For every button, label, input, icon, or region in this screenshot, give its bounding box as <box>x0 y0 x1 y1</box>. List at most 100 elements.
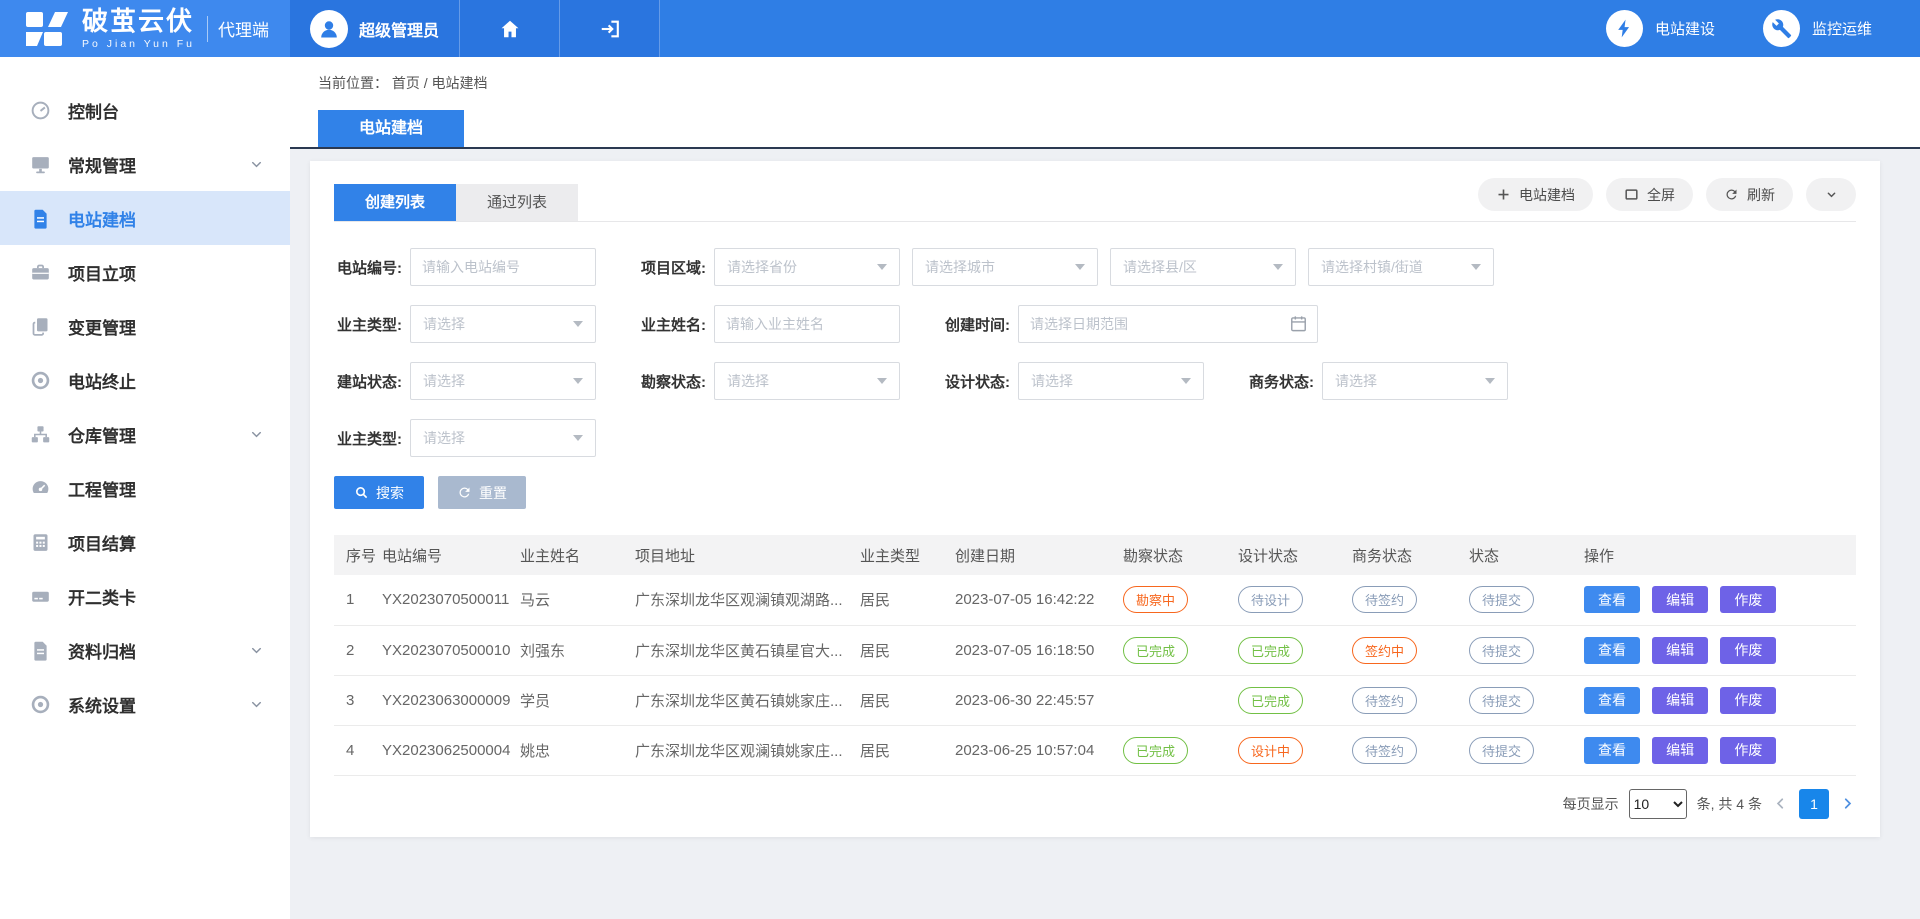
void-button[interactable]: 作废 <box>1720 687 1776 714</box>
refresh-button[interactable]: 刷新 <box>1706 178 1793 211</box>
void-button[interactable]: 作废 <box>1720 586 1776 613</box>
status-badge: 待提交 <box>1469 586 1534 613</box>
caret-down-icon <box>573 378 583 384</box>
col-type: 业主类型 <box>860 535 955 575</box>
city-select[interactable]: 请选择城市 <box>912 248 1098 286</box>
owner-name-input[interactable] <box>714 305 900 343</box>
sidebar-item-label: 系统设置 <box>68 692 136 717</box>
filter-build-status: 建站状态: 请选择 <box>334 362 596 400</box>
edit-button[interactable]: 编辑 <box>1652 637 1708 664</box>
design-status-badge: 已完成 <box>1238 637 1303 664</box>
breadcrumb-path[interactable]: 首页 / 电站建档 <box>392 75 488 91</box>
filter-row-3: 建站状态: 请选择 勘察状态: 请选择 设计状态: 请选择 <box>334 362 1856 400</box>
add-station-button[interactable]: 电站建档 <box>1478 178 1593 211</box>
sidebar-item-system-settings[interactable]: 系统设置 <box>0 677 290 731</box>
sidebar-item-station-terminate[interactable]: 电站终止 <box>0 353 290 407</box>
brand-logo-icon <box>24 8 70 50</box>
cell-created: 2023-06-25 10:57:04 <box>955 725 1123 775</box>
owner-type2-placeholder: 请选择 <box>423 428 465 448</box>
dashboard-icon <box>30 100 51 121</box>
briefcase-icon <box>30 262 51 283</box>
sidebar-item-type2-card[interactable]: 开二类卡 <box>0 569 290 623</box>
sidebar-item-engineering-mgmt[interactable]: 工程管理 <box>0 461 290 515</box>
sidebar-item-label: 电站建档 <box>68 206 136 231</box>
cell-address: 广东深圳龙华区观澜镇观湖路... <box>635 575 860 625</box>
date-range-input[interactable] <box>1018 305 1318 343</box>
sidebar-item-station-archive[interactable]: 电站建档 <box>0 191 290 245</box>
brand-logo: 破茧云伏 Po Jian Yun Fu 代理端 <box>0 0 290 57</box>
next-page-button[interactable] <box>1839 795 1856 812</box>
prev-page-button[interactable] <box>1772 795 1789 812</box>
user-menu[interactable]: 超级管理员 <box>290 0 460 57</box>
town-select[interactable]: 请选择村镇/街道 <box>1308 248 1494 286</box>
breadcrumb-zone: 当前位置： 首页 / 电站建档 电站建档 <box>290 57 1920 147</box>
breadcrumb-prefix: 当前位置： <box>318 75 388 91</box>
edit-button[interactable]: 编辑 <box>1652 586 1708 613</box>
chevron-down-icon <box>249 643 264 658</box>
sidebar-item-console[interactable]: 控制台 <box>0 83 290 137</box>
cell-created: 2023-06-30 22:45:57 <box>955 675 1123 725</box>
cell-address: 广东深圳龙华区黄石镇姚家庄... <box>635 675 860 725</box>
col-status: 状态 <box>1469 535 1584 575</box>
void-button[interactable]: 作废 <box>1720 637 1776 664</box>
view-button[interactable]: 查看 <box>1584 687 1640 714</box>
nav-monitor-ops[interactable]: 监控运维 <box>1763 0 1872 57</box>
sidebar-item-data-archive[interactable]: 资料归档 <box>0 623 290 677</box>
caret-down-icon <box>1471 264 1481 270</box>
col-created: 创建日期 <box>955 535 1123 575</box>
province-placeholder: 请选择省份 <box>727 257 797 277</box>
view-button[interactable]: 查看 <box>1584 737 1640 764</box>
owner-type-select[interactable]: 请选择 <box>410 305 596 343</box>
build-status-select[interactable]: 请选择 <box>410 362 596 400</box>
logout-button[interactable] <box>560 0 660 57</box>
survey-status-select[interactable]: 请选择 <box>714 362 900 400</box>
business-status-label: 商务状态: <box>1246 371 1314 392</box>
caret-down-icon <box>877 378 887 384</box>
page-tab-station-archive[interactable]: 电站建档 <box>318 110 464 147</box>
pagination: 每页显示 10 条, 共 4 条 1 <box>334 789 1856 819</box>
owner-type2-select[interactable]: 请选择 <box>410 419 596 457</box>
calculator-icon <box>30 532 51 553</box>
design-status-select[interactable]: 请选择 <box>1018 362 1204 400</box>
view-button[interactable]: 查看 <box>1584 586 1640 613</box>
nav-station-build[interactable]: 电站建设 <box>1606 0 1715 57</box>
sidebar-item-project-init[interactable]: 项目立项 <box>0 245 290 299</box>
cell-type: 居民 <box>860 625 955 675</box>
nav-monitor-ops-label: 监控运维 <box>1812 18 1872 39</box>
per-page-select[interactable]: 10 <box>1629 789 1687 819</box>
build-status-placeholder: 请选择 <box>423 371 465 391</box>
search-label: 搜索 <box>376 483 404 503</box>
filter-region: 项目区域: 请选择省份 请选择城市 请选择县/区 请选择村镇/街道 <box>638 248 1494 286</box>
view-button[interactable]: 查看 <box>1584 637 1640 664</box>
target-icon <box>30 694 51 715</box>
fullscreen-button[interactable]: 全屏 <box>1606 178 1693 211</box>
filter-owner-type: 业主类型: 请选择 <box>334 305 596 343</box>
cell-address: 广东深圳龙华区黄石镇星官大... <box>635 625 860 675</box>
col-seq: 序号 <box>334 535 382 575</box>
brand-divider <box>207 16 208 42</box>
station-no-input[interactable] <box>410 248 596 286</box>
edit-button[interactable]: 编辑 <box>1652 737 1708 764</box>
user-icon <box>317 17 341 41</box>
tab-passed-list[interactable]: 通过列表 <box>456 184 578 221</box>
sidebar-item-project-settlement[interactable]: 项目结算 <box>0 515 290 569</box>
page-number-1[interactable]: 1 <box>1799 789 1829 819</box>
collapse-toolbar-button[interactable] <box>1806 178 1856 211</box>
tab-create-list[interactable]: 创建列表 <box>334 184 456 221</box>
document-icon <box>30 208 51 229</box>
filter-owner-name: 业主姓名: <box>638 305 900 343</box>
void-button[interactable]: 作废 <box>1720 737 1776 764</box>
reset-button[interactable]: 重置 <box>438 476 526 509</box>
business-status-badge: 待签约 <box>1352 586 1417 613</box>
sidebar-item-warehouse-mgmt[interactable]: 仓库管理 <box>0 407 290 461</box>
county-select[interactable]: 请选择县/区 <box>1110 248 1296 286</box>
business-status-select[interactable]: 请选择 <box>1322 362 1508 400</box>
home-button[interactable] <box>460 0 560 57</box>
edit-button[interactable]: 编辑 <box>1652 687 1708 714</box>
sidebar-item-change-mgmt[interactable]: 变更管理 <box>0 299 290 353</box>
cell-created: 2023-07-05 16:42:22 <box>955 575 1123 625</box>
search-button[interactable]: 搜索 <box>334 476 424 509</box>
sidebar-item-general-mgmt[interactable]: 常规管理 <box>0 137 290 191</box>
province-select[interactable]: 请选择省份 <box>714 248 900 286</box>
status-badge: 待提交 <box>1469 687 1534 714</box>
